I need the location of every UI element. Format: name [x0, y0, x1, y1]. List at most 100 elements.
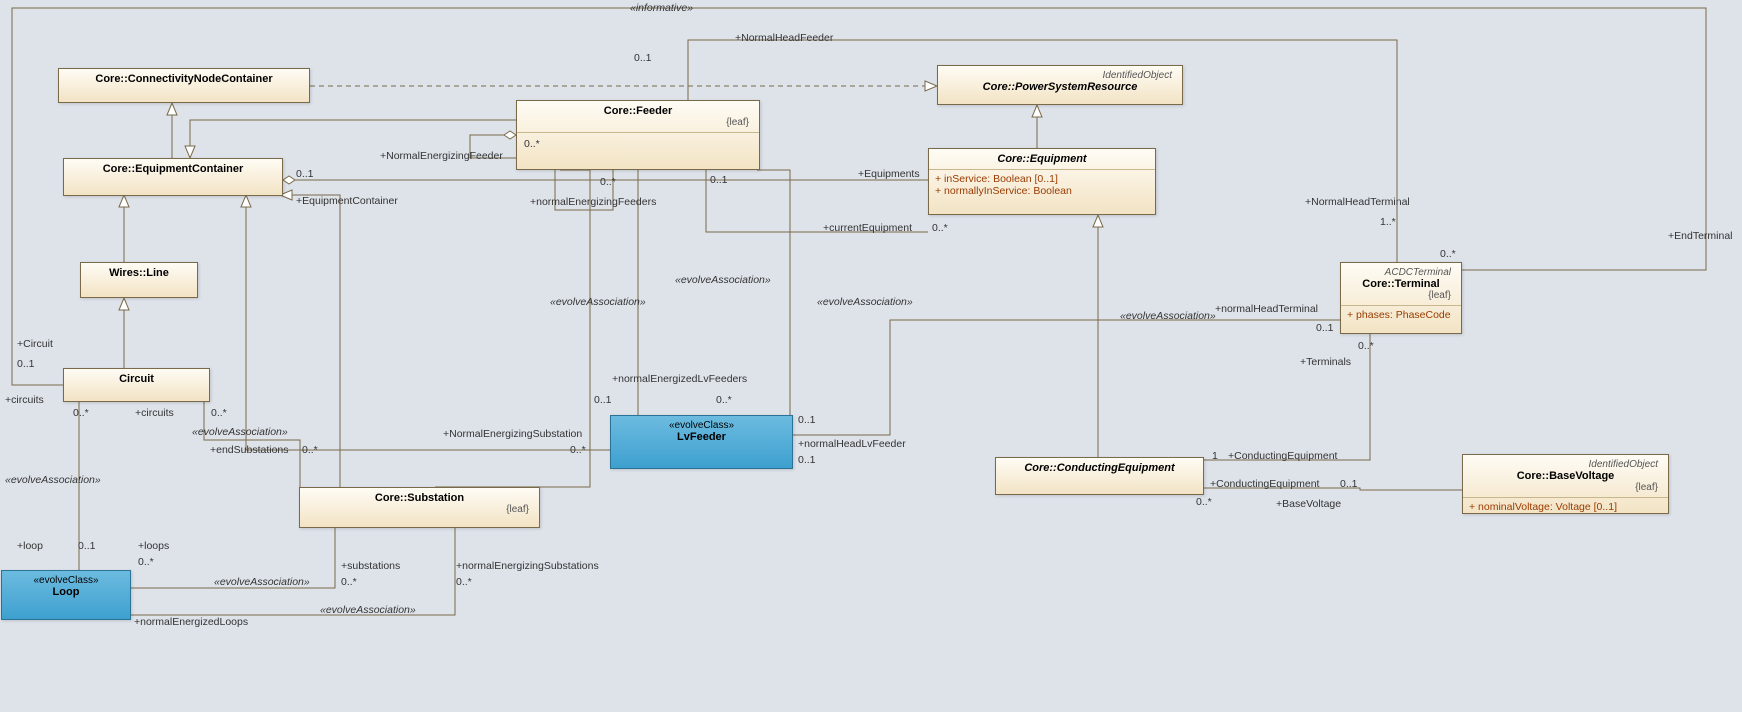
label-mult: 0..* — [138, 556, 154, 568]
label-mult: 0..* — [570, 444, 586, 456]
stereotype: IdentifiedObject — [1469, 459, 1662, 470]
class-title: Core::BaseVoltage — [1517, 470, 1615, 482]
label-mult: 0..1 — [1316, 322, 1334, 334]
class-title: Core::Equipment — [997, 153, 1086, 165]
label-mult: 0..1 — [78, 540, 96, 552]
label-mult: 1..* — [1380, 216, 1396, 228]
class-equipment[interactable]: Core::Equipment + inService: Boolean [0.… — [928, 148, 1156, 215]
class-title: Loop — [53, 586, 80, 598]
label-informative: «informative» — [630, 2, 693, 14]
class-title: LvFeeder — [677, 431, 726, 443]
class-leaf: {leaf} — [1347, 290, 1455, 301]
class-title: Core::Substation — [375, 492, 464, 504]
label-mult: 0..* — [341, 576, 357, 588]
stereotype: ACDCTerminal — [1347, 267, 1455, 278]
label-mult: 0..* — [302, 444, 318, 456]
class-title: Circuit — [119, 373, 154, 385]
label-loop: +loop — [17, 540, 43, 552]
class-title: Core::PowerSystemResource — [983, 81, 1138, 93]
class-title: Wires::Line — [109, 267, 169, 279]
class-loop[interactable]: «evolveClass» Loop — [1, 570, 131, 620]
label-normal-energizing-feeders: +normalEnergizingFeeders — [530, 196, 656, 208]
label-normal-head-lvfeeder: +normalHeadLvFeeder — [798, 438, 906, 450]
label-mult: 0..* — [1440, 248, 1456, 260]
class-terminal[interactable]: ACDCTerminal Core::Terminal {leaf} + pha… — [1340, 262, 1462, 334]
class-leaf: {leaf} — [1469, 482, 1662, 493]
label-substations: +substations — [341, 560, 400, 572]
class-feeder[interactable]: Core::Feeder {leaf} — [516, 100, 760, 170]
label-conducting-equipment2: +ConductingEquipment — [1210, 478, 1319, 490]
label-mult: 0..1 — [17, 358, 35, 370]
label-mult: 0..1 — [798, 454, 816, 466]
label-normal-energizing-feeder: +NormalEnergizingFeeder — [380, 150, 503, 162]
class-power-system-resource[interactable]: IdentifiedObject Core::PowerSystemResour… — [937, 65, 1183, 105]
label-mult: 0..* — [73, 407, 89, 419]
class-conducting-equipment[interactable]: Core::ConductingEquipment — [995, 457, 1204, 495]
attr: + inService: Boolean [0..1] — [935, 173, 1149, 185]
label-mult: 0..* — [211, 407, 227, 419]
label-evolve-assoc: «evolveAssociation» — [675, 274, 771, 286]
attr: + normallyInService: Boolean — [935, 185, 1149, 197]
label-evolve-assoc: «evolveAssociation» — [192, 426, 288, 438]
class-connectivity-node-container[interactable]: Core::ConnectivityNodeContainer — [58, 68, 310, 103]
label-equipment-container: +EquipmentContainer — [296, 195, 398, 207]
class-leaf: {leaf} — [523, 117, 753, 128]
label-mult: 0..* — [932, 222, 948, 234]
label-mult: 0..* — [1196, 496, 1212, 508]
label-mult: 0..* — [600, 176, 616, 188]
label-normal-energizing-substation: +NormalEnergizingSubstation — [443, 428, 582, 440]
label-mult: 0..* — [716, 394, 732, 406]
label-mult: 0..1 — [634, 52, 652, 64]
label-evolve-assoc: «evolveAssociation» — [817, 296, 913, 308]
label-circuit: +Circuit — [17, 338, 53, 350]
label-mult: 0..1 — [296, 168, 314, 180]
label-mult: 0..1 — [594, 394, 612, 406]
class-wires-line[interactable]: Wires::Line — [80, 262, 198, 298]
label-circuits: +circuits — [5, 394, 44, 406]
label-mult: 0..1 — [1340, 478, 1358, 490]
label-end-terminal: +EndTerminal — [1668, 230, 1733, 242]
class-title: Core::ConnectivityNodeContainer — [95, 73, 272, 85]
stereotype: «evolveClass» — [8, 575, 124, 586]
label-normal-head-terminal: +NormalHeadTerminal — [1305, 196, 1410, 208]
label-equipments: +Equipments — [858, 168, 920, 180]
label-mult: 0..* — [1358, 340, 1374, 352]
label-normal-energized-loops: +normalEnergizedLoops — [134, 616, 248, 628]
label-normal-head-terminal-lower: +normalHeadTerminal — [1215, 303, 1318, 315]
class-substation[interactable]: Core::Substation {leaf} — [299, 487, 540, 528]
label-evolve-assoc: «evolveAssociation» — [320, 604, 416, 616]
label-mult: 0..* — [456, 576, 472, 588]
label-mult: 0..1 — [710, 174, 728, 186]
class-equipment-container[interactable]: Core::EquipmentContainer — [63, 158, 283, 196]
attr: + phases: PhaseCode — [1347, 309, 1455, 321]
label-evolve-assoc: «evolveAssociation» — [1120, 310, 1216, 322]
class-circuit[interactable]: Circuit — [63, 368, 210, 402]
label-base-voltage: +BaseVoltage — [1276, 498, 1341, 510]
label-current-equipment: +currentEquipment — [823, 222, 912, 234]
label-mult: 0..1 — [798, 414, 816, 426]
label-loops: +loops — [138, 540, 169, 552]
label-evolve-assoc: «evolveAssociation» — [550, 296, 646, 308]
class-title: Core::Terminal — [1362, 278, 1439, 290]
label-normal-energizing-substations: +normalEnergizingSubstations — [456, 560, 599, 572]
label-normal-head-feeder: +NormalHeadFeeder — [735, 32, 833, 44]
label-end-substations: +endSubstations — [210, 444, 289, 456]
label-mult: 1 — [1212, 450, 1218, 462]
class-title: Core::ConductingEquipment — [1024, 462, 1174, 474]
label-conducting-equipment: +ConductingEquipment — [1228, 450, 1337, 462]
label-evolve-assoc: «evolveAssociation» — [214, 576, 310, 588]
stereotype: IdentifiedObject — [944, 70, 1176, 81]
edges-layer — [0, 0, 1742, 712]
stereotype: «evolveClass» — [617, 420, 786, 431]
class-title: Core::EquipmentContainer — [103, 163, 244, 175]
label-mult: 0..* — [524, 138, 540, 150]
class-base-voltage[interactable]: IdentifiedObject Core::BaseVoltage {leaf… — [1462, 454, 1669, 514]
attr: + nominalVoltage: Voltage [0..1] — [1469, 501, 1662, 513]
class-leaf: {leaf} — [306, 504, 533, 515]
class-title: Core::Feeder — [604, 105, 672, 117]
label-terminals: +Terminals — [1300, 356, 1351, 368]
label-evolve-assoc: «evolveAssociation» — [5, 474, 101, 486]
label-circuits2: +circuits — [135, 407, 174, 419]
label-normal-energized-lvfeeders: +normalEnergizedLvFeeders — [612, 373, 747, 385]
class-lvfeeder[interactable]: «evolveClass» LvFeeder — [610, 415, 793, 469]
